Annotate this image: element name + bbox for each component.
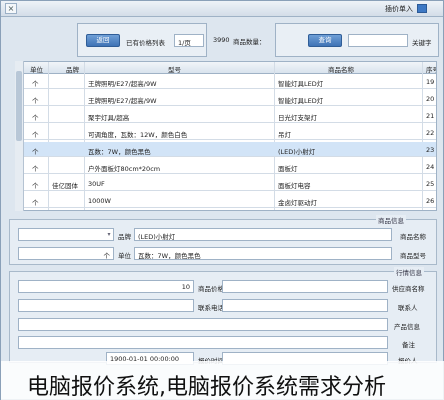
keyword-group: 查询 关键字: [275, 23, 439, 57]
remark-input[interactable]: [18, 336, 388, 349]
cell-name: 智能灯具LED灯: [278, 80, 324, 88]
cell-name: 面板灯: [278, 165, 298, 173]
table-row[interactable]: 个 王牌照明/E27/超高/9W 智能灯具LED灯 20: [16, 91, 436, 106]
page-field[interactable]: 1/页: [174, 34, 204, 47]
cell-unit: 个: [32, 165, 39, 173]
filter-group: 返回 已有价格列表 1/页: [77, 23, 207, 57]
cell-name: 智能灯具LED灯: [278, 97, 324, 105]
table-row[interactable]: 个 可调角度，瓦数：12W，颜色白色 吊灯 22: [16, 125, 436, 140]
header-num: 序号: [426, 66, 436, 74]
keyword-label: 关键字: [412, 39, 432, 47]
scroll-thumb[interactable]: [16, 71, 22, 141]
cell-unit: 个: [32, 114, 39, 122]
main-window: × 插价单入 返回 已有价格列表 1/页 3990 商品数量： 查询 关键字 单…: [0, 0, 444, 400]
quote-info-section: 行情信息 10 商品价格 供应商名称 联系电话 联系人 产品信息 备注 1900…: [9, 267, 437, 365]
product-info-section: 商品信息 ▾ 品牌 (LED)小射灯 商品名称 个 单位 瓦数：7W，颜色黑色 …: [9, 215, 437, 265]
back-button[interactable]: 返回: [86, 34, 120, 47]
chevron-down-icon[interactable]: ▾: [104, 229, 114, 240]
cell-unit: 个: [32, 148, 39, 156]
table-row[interactable]: 个 佳亿固体 30UF 面板灯电容 25: [16, 176, 436, 191]
table-row[interactable]: 个 王牌照明/E27/超高/9W 智能灯具LED灯 19: [16, 74, 436, 89]
caption-overlay: 电脑报价系统,电脑报价系统需求分析: [1, 361, 444, 400]
product-table: 单位 品牌 型号 商品名称 序号 个王牌照明/E27/超高/9W智能灯具LED灯…: [15, 61, 437, 211]
cell-model: 聚宇灯具/超高: [88, 114, 130, 122]
cell-num: 25: [426, 180, 435, 188]
window-title: 插价单入: [385, 5, 413, 13]
count-value: 3990: [213, 36, 230, 44]
cell-model: 可调角度，瓦数：12W，颜色白色: [88, 131, 188, 139]
close-icon[interactable]: ×: [5, 3, 17, 14]
table-header: 单位 品牌 型号 商品名称 序号: [16, 62, 436, 74]
brand-label: 品牌: [118, 233, 131, 241]
price-input[interactable]: 10: [18, 280, 194, 293]
cell-model: 王牌照明/E27/超高/9W: [88, 97, 157, 105]
cell-model: 30UF: [88, 180, 105, 188]
query-button[interactable]: 查询: [308, 34, 342, 47]
header-brand: 品牌: [66, 66, 79, 74]
brand-input[interactable]: [18, 228, 114, 241]
header-unit: 单位: [30, 66, 43, 74]
header-model: 型号: [168, 66, 181, 74]
cell-num: 20: [426, 95, 435, 103]
cell-unit: 个: [32, 182, 39, 190]
remark-label: 备注: [402, 341, 415, 349]
cell-num: 19: [426, 78, 435, 86]
cell-num: 21: [426, 112, 435, 120]
table-row[interactable]: 个 瓦数：7W，颜色黑色 (LED)小射灯 23: [16, 142, 436, 157]
origin-input[interactable]: [18, 318, 388, 331]
count-label: 商品数量：: [233, 38, 266, 46]
table-scrollbar[interactable]: [15, 61, 24, 211]
cell-num: 24: [426, 163, 435, 171]
contact-label: 联系人: [398, 304, 418, 312]
phone-input[interactable]: [18, 299, 194, 312]
product-model-field[interactable]: 瓦数：7W，颜色黑色: [134, 247, 392, 260]
product-model-label: 商品型号: [400, 252, 426, 260]
cell-name: 吊灯: [278, 131, 291, 139]
cell-num: 22: [426, 129, 435, 137]
cell-num: 26: [426, 197, 435, 205]
header-name: 商品名称: [328, 66, 354, 74]
supplier-label: 供应商名称: [392, 285, 425, 293]
cell-brand: 佳亿固体: [52, 182, 78, 190]
product-name-field[interactable]: (LED)小射灯: [134, 228, 392, 241]
cell-name: 日光灯支架灯: [278, 114, 317, 122]
cell-name: (LED)小射灯: [278, 148, 316, 156]
product-info-title: 商品信息: [376, 215, 406, 225]
table-row[interactable]: 个 1000W 金卤灯驱动灯 26: [16, 193, 436, 208]
phone-label: 联系电话: [198, 304, 224, 312]
quote-info-title: 行情信息: [394, 267, 424, 277]
app-icon: [417, 4, 427, 13]
cell-name: 金卤灯驱动灯: [278, 199, 317, 207]
contact-input[interactable]: [222, 299, 388, 312]
table-row[interactable]: 个 聚宇灯具/超高 日光灯支架灯 21: [16, 108, 436, 123]
cell-unit: 个: [32, 97, 39, 105]
table-row[interactable]: 个 户外面板灯80cm*20cm 面板灯 24: [16, 159, 436, 174]
cell-name: 面板灯电容: [278, 182, 311, 190]
search-bar: 返回 已有价格列表 1/页 3990 商品数量： 查询 关键字: [7, 23, 439, 59]
price-label: 商品价格: [198, 285, 224, 293]
clear-label: 已有价格列表: [126, 39, 165, 47]
cell-model: 户外面板灯80cm*20cm: [88, 165, 161, 173]
cell-model: 王牌照明/E27/超高/9W: [88, 80, 157, 88]
supplier-input[interactable]: [222, 280, 388, 293]
cell-unit: 个: [32, 80, 39, 88]
keyword-input[interactable]: [348, 34, 408, 47]
cell-num: 23: [426, 146, 435, 154]
unit-label: 单位: [118, 252, 131, 260]
unit-input[interactable]: 个: [18, 247, 114, 260]
cell-unit: 个: [32, 131, 39, 139]
origin-label: 产品信息: [394, 323, 420, 331]
cell-model: 瓦数：7W，颜色黑色: [88, 148, 151, 156]
cell-unit: 个: [32, 199, 39, 207]
product-name-label: 商品名称: [400, 233, 426, 241]
cell-model: 1000W: [88, 197, 111, 205]
caption-text: 电脑报价系统,电脑报价系统需求分析: [27, 375, 386, 400]
title-bar: × 插价单入: [1, 1, 443, 17]
